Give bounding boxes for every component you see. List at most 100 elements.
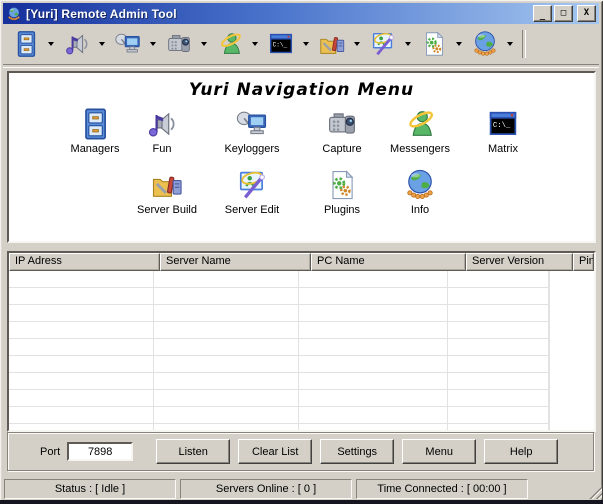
navigation-panel: Yuri Navigation Menu Managers Fun Keylog… <box>7 71 596 243</box>
toolbar-fun-button[interactable] <box>58 27 96 61</box>
chevron-down-icon <box>507 42 513 46</box>
keyloggers-icon <box>113 29 143 59</box>
nav-item-label: Messengers <box>390 143 450 155</box>
capture-icon <box>164 29 194 59</box>
toolbar-divider <box>3 64 599 68</box>
status-bar: Status : [ Idle ] Servers Online : [ 0 ]… <box>3 477 599 499</box>
close-icon: X <box>584 9 589 18</box>
toolbar-capture-dropdown[interactable] <box>198 27 210 61</box>
table-row <box>9 373 594 390</box>
toolbar-messengers-dropdown[interactable] <box>249 27 261 61</box>
toolbar-server-build-dropdown[interactable] <box>351 27 363 61</box>
servers-online-panel: Servers Online : [ 0 ] <box>180 479 352 499</box>
nav-item-label: Server Build <box>137 204 197 216</box>
status-panel: Status : [ Idle ] <box>4 479 176 499</box>
nav-menu-title: Yuri Navigation Menu <box>9 80 594 100</box>
chevron-down-icon <box>456 42 462 46</box>
chevron-down-icon <box>252 42 258 46</box>
managers-icon <box>77 106 113 142</box>
nav-item-label: Server Edit <box>225 204 279 216</box>
title-bar: [Yuri] Remote Admin Tool _ □ X <box>3 3 599 24</box>
menu-button[interactable]: Menu <box>402 439 476 464</box>
toolbar-matrix-dropdown[interactable] <box>300 27 312 61</box>
toolbar-info-dropdown[interactable] <box>504 27 516 61</box>
table-row <box>9 407 594 424</box>
close-button[interactable]: X <box>577 5 596 22</box>
keyloggers-icon <box>234 106 270 142</box>
nav-item-capture[interactable]: Capture <box>300 106 384 155</box>
capture-icon <box>324 106 360 142</box>
column-header-server-name[interactable]: Server Name <box>160 253 311 271</box>
plugins-icon <box>324 167 360 203</box>
nav-item-server-build[interactable]: Server Build <box>125 167 209 216</box>
toolbar-managers-dropdown[interactable] <box>45 27 57 61</box>
toolbar-server-build-button[interactable] <box>313 27 351 61</box>
nav-item-label: Plugins <box>324 204 360 216</box>
control-panel: Port Listen Clear List Settings Menu Hel… <box>7 432 594 471</box>
chevron-down-icon <box>48 42 54 46</box>
column-header-pc-name[interactable]: PC Name <box>311 253 466 271</box>
server-list[interactable]: IP Adress Server Name PC Name Server Ver… <box>7 251 596 432</box>
nav-item-matrix[interactable]: Matrix <box>461 106 545 155</box>
toolbar-keyloggers-button[interactable] <box>109 27 147 61</box>
toolbar-keyloggers-dropdown[interactable] <box>147 27 159 61</box>
server-list-header: IP Adress Server Name PC Name Server Ver… <box>9 253 594 271</box>
server-edit-icon <box>368 29 398 59</box>
info-icon <box>402 167 438 203</box>
chevron-down-icon <box>303 42 309 46</box>
chevron-down-icon <box>99 42 105 46</box>
nav-item-plugins[interactable]: Plugins <box>300 167 384 216</box>
toolbar <box>3 25 599 63</box>
table-row <box>9 390 594 407</box>
plugins-icon <box>419 29 449 59</box>
chevron-down-icon <box>354 42 360 46</box>
toolbar-server-edit-dropdown[interactable] <box>402 27 414 61</box>
toolbar-plugins-button[interactable] <box>415 27 453 61</box>
column-header-ping[interactable]: Ping <box>573 253 594 271</box>
fun-icon <box>62 29 92 59</box>
matrix-icon <box>266 29 296 59</box>
table-row <box>9 305 594 322</box>
toolbar-capture-button[interactable] <box>160 27 198 61</box>
chevron-down-icon <box>150 42 156 46</box>
nav-item-label: Keyloggers <box>224 143 279 155</box>
toolbar-info-button[interactable] <box>466 27 504 61</box>
clear-list-button[interactable]: Clear List <box>238 439 312 464</box>
column-header-server-version[interactable]: Server Version <box>466 253 573 271</box>
server-build-icon <box>149 167 185 203</box>
fun-icon <box>144 106 180 142</box>
toolbar-messengers-button[interactable] <box>211 27 249 61</box>
nav-item-label: Info <box>411 204 429 216</box>
app-icon[interactable] <box>6 6 22 22</box>
table-row <box>9 322 594 339</box>
messengers-icon <box>402 106 438 142</box>
port-input[interactable] <box>67 442 133 461</box>
table-row <box>9 424 594 432</box>
toolbar-fun-dropdown[interactable] <box>96 27 108 61</box>
settings-button[interactable]: Settings <box>320 439 394 464</box>
minimize-button[interactable]: _ <box>533 5 552 22</box>
column-header-ip-address[interactable]: IP Adress <box>9 253 160 271</box>
time-connected-panel: Time Connected : [ 00:00 ] <box>356 479 528 499</box>
toolbar-server-edit-button[interactable] <box>364 27 402 61</box>
help-button[interactable]: Help <box>484 439 558 464</box>
matrix-icon <box>485 106 521 142</box>
window-bottom-edge <box>0 500 603 504</box>
minimize-icon: _ <box>540 12 545 21</box>
nav-item-fun[interactable]: Fun <box>120 106 204 155</box>
nav-item-server-edit[interactable]: Server Edit <box>210 167 294 216</box>
chevron-down-icon <box>201 42 207 46</box>
toolbar-matrix-button[interactable] <box>262 27 300 61</box>
toolbar-plugins-dropdown[interactable] <box>453 27 465 61</box>
server-edit-icon <box>234 167 270 203</box>
maximize-button[interactable]: □ <box>554 5 573 22</box>
toolbar-managers-button[interactable] <box>7 27 45 61</box>
server-build-icon <box>317 29 347 59</box>
nav-item-keyloggers[interactable]: Keyloggers <box>210 106 294 155</box>
listen-button[interactable]: Listen <box>156 439 230 464</box>
toolbar-separator <box>522 30 526 58</box>
nav-item-info[interactable]: Info <box>378 167 462 216</box>
table-row <box>9 288 594 305</box>
app-window: [Yuri] Remote Admin Tool _ □ X Yuri Navi <box>0 0 603 500</box>
nav-item-messengers[interactable]: Messengers <box>378 106 462 155</box>
